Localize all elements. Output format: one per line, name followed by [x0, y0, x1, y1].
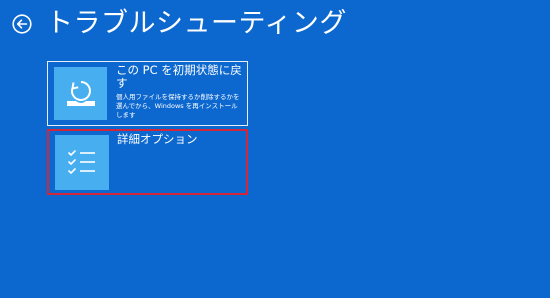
reset-pc-description: 個人用ファイルを保持するか削除するかを選んでから、Windows を再インストー… [116, 93, 240, 119]
reset-pc-tile[interactable]: この PC を初期状態に戻す 個人用ファイルを保持するか削除するかを選んでから、… [47, 61, 248, 126]
page-title: トラブルシューティング [46, 8, 347, 39]
reset-pc-icon [54, 67, 107, 120]
checklist-icon [55, 135, 109, 190]
page-header: トラブルシューティング [12, 6, 347, 42]
advanced-options-tile[interactable]: 詳細オプション [47, 129, 248, 195]
advanced-options-title: 詳細オプション [117, 132, 198, 146]
back-arrow-icon [12, 14, 32, 34]
back-button[interactable] [12, 14, 32, 34]
reset-pc-title: この PC を初期状態に戻す [116, 63, 242, 90]
